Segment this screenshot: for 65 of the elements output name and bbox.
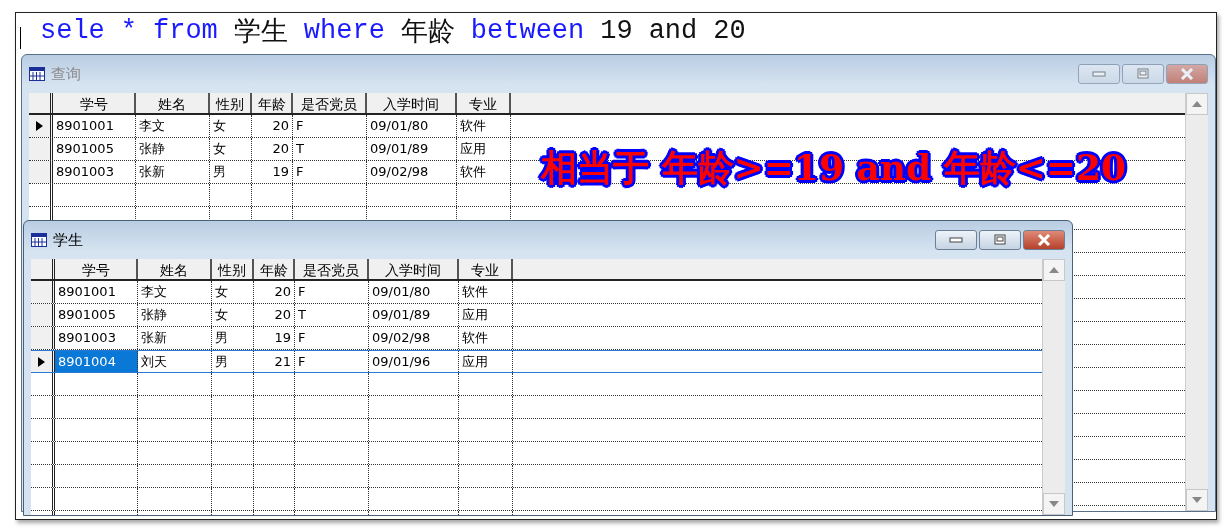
table-cell: 20 [252, 115, 293, 137]
table-cell: 8901005 [53, 138, 136, 160]
table-cell: 21 [254, 351, 295, 372]
table-cell: 张静 [138, 304, 212, 326]
column-header[interactable]: 入学时间 [367, 93, 457, 113]
table-cell: 软件 [459, 327, 513, 349]
table-cell: 09/01/89 [367, 138, 457, 160]
table-cell: F [295, 351, 369, 372]
table-cell: 男 [212, 351, 254, 372]
table-cell: F [293, 161, 367, 183]
table-cell: 应用 [457, 138, 511, 160]
table-cell: 09/01/89 [369, 304, 459, 326]
table-cell: 软件 [459, 281, 513, 303]
table-cell: 8901001 [53, 115, 136, 137]
table-cell: 09/01/80 [367, 115, 457, 137]
window-title: 查询 [51, 64, 81, 84]
table-cell: 张新 [136, 161, 210, 183]
table-cell: 09/01/96 [369, 351, 459, 372]
table-cell: 19 [254, 327, 295, 349]
table-cell: 20 [254, 304, 295, 326]
table-cell: T [293, 138, 367, 160]
table-cell: 女 [212, 281, 254, 303]
table-cell: 09/02/98 [367, 161, 457, 183]
table-cell: 男 [210, 161, 252, 183]
column-header[interactable]: 姓名 [136, 93, 210, 113]
table-cell: 李文 [138, 281, 212, 303]
column-header[interactable]: 性别 [210, 93, 252, 113]
table-cell: F [295, 327, 369, 349]
table-cell: 男 [212, 327, 254, 349]
table-cell: 应用 [459, 351, 513, 372]
column-header[interactable]: 性别 [212, 259, 254, 279]
table-cell: 19 [252, 161, 293, 183]
column-header[interactable]: 年龄 [254, 259, 295, 279]
table-cell: T [295, 304, 369, 326]
table-cell: 20 [252, 138, 293, 160]
table-cell: F [295, 281, 369, 303]
column-header[interactable]: 入学时间 [369, 259, 459, 279]
table-cell: 软件 [457, 115, 511, 137]
table-cell: 8901003 [55, 327, 138, 349]
table-cell: 张新 [138, 327, 212, 349]
table-cell: 女 [212, 304, 254, 326]
table-cell: F [293, 115, 367, 137]
window-title: 学生 [53, 230, 83, 250]
column-header[interactable]: 是否党员 [295, 259, 369, 279]
table-cell: 8901003 [53, 161, 136, 183]
table-cell: 09/01/80 [369, 281, 459, 303]
column-header[interactable]: 年龄 [252, 93, 293, 113]
table-cell: 8901001 [55, 281, 138, 303]
column-header[interactable]: 学号 [55, 259, 138, 279]
table-cell: 应用 [459, 304, 513, 326]
table-cell: 刘天 [138, 351, 212, 372]
table-cell: 8901005 [55, 304, 138, 326]
column-header[interactable]: 姓名 [138, 259, 212, 279]
column-header[interactable]: 学号 [53, 93, 136, 113]
table-cell: 女 [210, 138, 252, 160]
annotation-text: 相当于 年龄>=19 and 年龄<=20 [539, 145, 1128, 190]
table-cell: 张静 [136, 138, 210, 160]
table-cell: 20 [254, 281, 295, 303]
table-cell: 李文 [136, 115, 210, 137]
command-line[interactable]: sele * from 学生 where 年龄 between 19 and 20 [16, 13, 1216, 49]
table-cell: 女 [210, 115, 252, 137]
table-cell: 软件 [457, 161, 511, 183]
column-header[interactable]: 是否党员 [293, 93, 367, 113]
table-cell: 8901004 [55, 351, 138, 372]
table-cell: 09/02/98 [369, 327, 459, 349]
